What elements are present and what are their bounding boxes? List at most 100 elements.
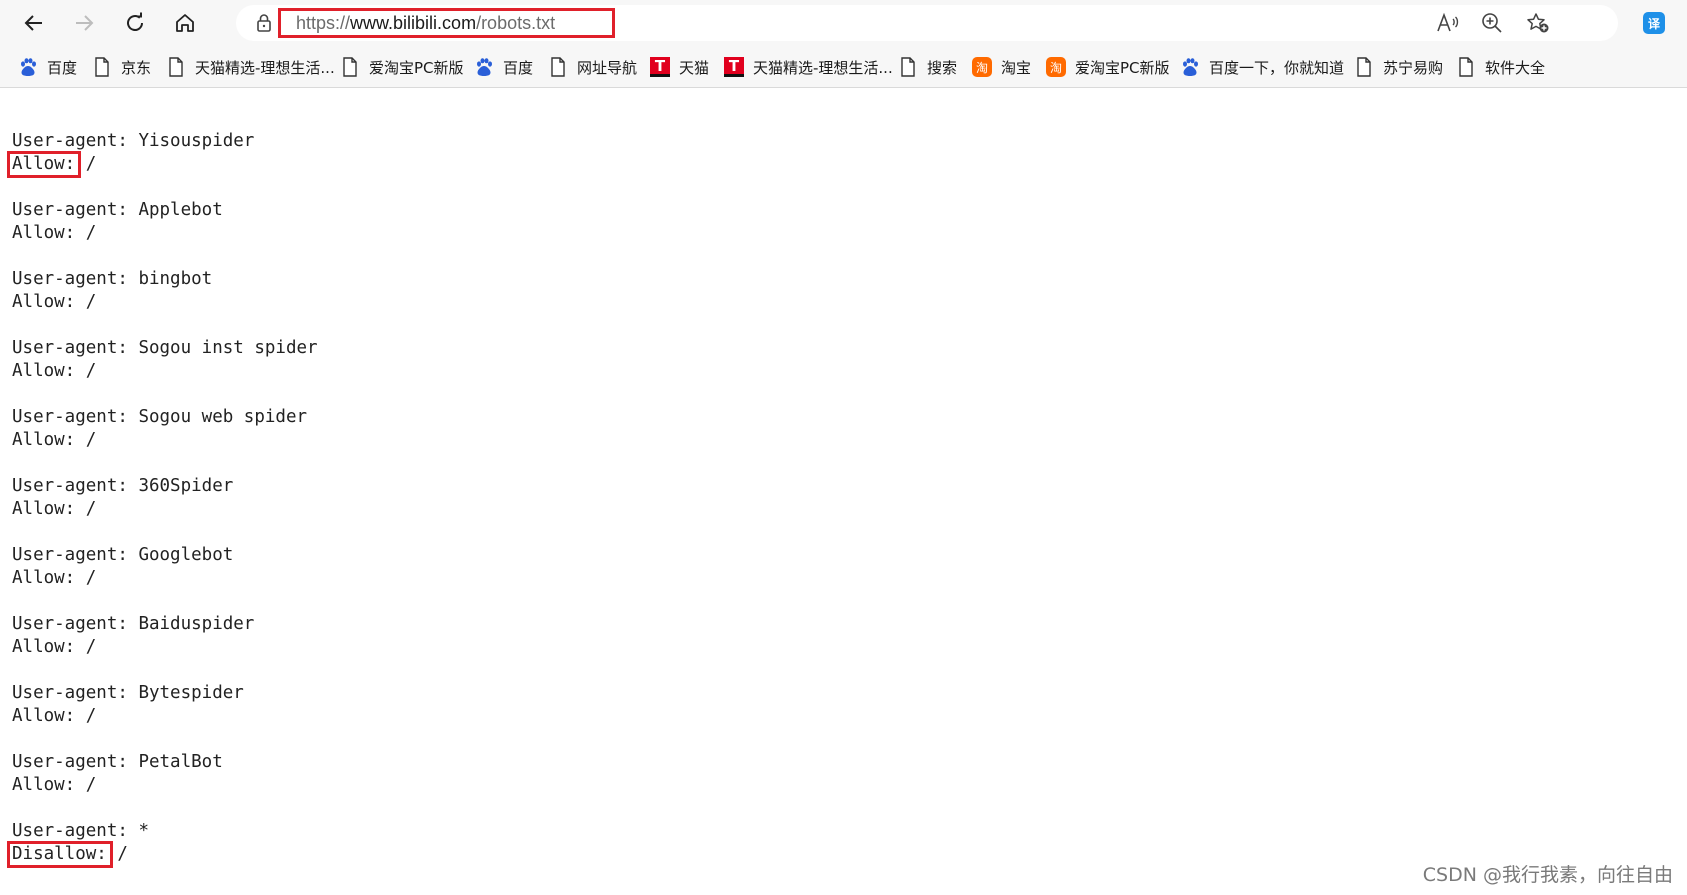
translate-extension-icon[interactable]: 译 (1643, 12, 1665, 34)
bookmark-label: 京东 (121, 58, 152, 77)
bookmark-baidu-2[interactable]: 百度 (474, 55, 533, 79)
bookmark-aitaobao-2[interactable]: 淘 爱淘宝PC新版 (1046, 55, 1170, 79)
bookmark-baidu-yixia[interactable]: 百度一下，你就知道 (1180, 55, 1344, 79)
bookmark-taobao[interactable]: 淘 淘宝 (972, 55, 1031, 79)
user-agent-line: User-agent: bingbot (12, 268, 318, 291)
robots-txt-content: User-agent: Yisouspider Allow: / User-agen… (12, 130, 318, 866)
zoom-icon[interactable] (1481, 12, 1503, 34)
bookmark-aitaobao[interactable]: 爱淘宝PC新版 (340, 55, 464, 79)
tmall-icon: T (724, 57, 744, 77)
rule-key: Allow: (12, 223, 76, 243)
robots-record: User-agent: Baiduspider Allow: / (12, 613, 318, 659)
bookmark-label: 百度一下，你就知道 (1209, 58, 1345, 77)
taobao-letter: 淘 (972, 57, 992, 77)
rule-line: Allow: / (12, 498, 318, 521)
rule-line: Allow: / (12, 291, 318, 314)
bookmark-label: 天猫 (679, 58, 710, 77)
bookmark-tmall-jingxuan[interactable]: 天猫精选-理想生活... (166, 55, 335, 79)
taobao-letter: 淘 (1046, 57, 1066, 77)
user-agent-key: User-agent: (12, 614, 128, 634)
rule-key: Allow: (12, 430, 76, 450)
user-agent-value: * (138, 821, 149, 841)
user-agent-line: User-agent: Yisouspider (12, 130, 318, 153)
home-button[interactable] (167, 7, 203, 39)
bookmark-label: 爱淘宝PC新版 (369, 58, 464, 77)
rule-key: Allow: (12, 361, 76, 381)
taobao-icon: 淘 (1046, 57, 1066, 77)
rule-value: / (85, 499, 97, 519)
user-agent-value: Baiduspider (138, 614, 255, 634)
refresh-icon (127, 12, 143, 31)
page-icon (898, 57, 918, 77)
rule-value: / (85, 154, 97, 174)
rule-line: Allow: / (12, 429, 318, 452)
rule-line: Allow: / (12, 774, 318, 797)
page-icon (92, 57, 112, 77)
lock-icon[interactable] (256, 13, 272, 33)
rule-value: / (85, 637, 97, 657)
user-agent-key: User-agent: (12, 200, 128, 220)
robots-record: User-agent: 360Spider Allow: / (12, 475, 318, 521)
user-agent-line: User-agent: * (12, 820, 318, 843)
user-agent-value: bingbot (138, 269, 213, 289)
rule-line: Allow: / (12, 222, 318, 245)
robots-record: User-agent: Sogou web spider Allow: / (12, 406, 318, 452)
user-agent-value: 360Spider (138, 476, 234, 496)
favorite-add-icon[interactable] (1526, 12, 1550, 34)
read-aloud-icon[interactable] (1436, 12, 1460, 34)
bookmark-suning[interactable]: 苏宁易购 (1354, 55, 1443, 79)
user-agent-value: Sogou inst spider (138, 338, 318, 358)
user-agent-line: User-agent: Googlebot (12, 544, 318, 567)
user-agent-key: User-agent: (12, 545, 128, 565)
bookmark-label: 爱淘宝PC新版 (1075, 58, 1170, 77)
bookmark-wangzhi-daohang[interactable]: 网址导航 (548, 55, 637, 79)
baidu-paw-icon (1180, 57, 1200, 77)
user-agent-line: User-agent: 360Spider (12, 475, 318, 498)
rule-line: Allow: / (12, 567, 318, 590)
user-agent-value: Sogou web spider (138, 407, 308, 427)
robots-record: User-agent: Bytespider Allow: / (12, 682, 318, 728)
robots-record: User-agent: Googlebot Allow: / (12, 544, 318, 590)
bookmark-label: 搜索 (927, 58, 958, 77)
bookmark-label: 百度 (503, 58, 534, 77)
robots-record: User-agent: Sogou inst spider Allow: / (12, 337, 318, 383)
rule-key: Allow: (12, 568, 76, 588)
bookmark-baidu[interactable]: 百度 (18, 55, 77, 79)
user-agent-key: User-agent: (12, 269, 128, 289)
user-agent-value: Bytespider (138, 683, 244, 703)
page-icon (340, 57, 360, 77)
back-arrow-icon (24, 15, 42, 31)
tmall-icon: T (650, 57, 670, 77)
rule-key: Allow: (12, 706, 76, 726)
user-agent-key: User-agent: (12, 407, 128, 427)
bookmark-label: 百度 (47, 58, 78, 77)
back-button[interactable] (16, 7, 52, 39)
user-agent-key: User-agent: (12, 683, 128, 703)
user-agent-key: User-agent: (12, 338, 128, 358)
forward-button[interactable] (66, 7, 102, 39)
forward-arrow-icon (76, 15, 94, 31)
baidu-paw-icon (474, 57, 494, 77)
rule-line: Allow: / (12, 705, 318, 728)
refresh-button[interactable] (117, 7, 153, 39)
bookmark-sousuo[interactable]: 搜索 (898, 55, 957, 79)
rule-key: Allow: (12, 775, 76, 795)
user-agent-key: User-agent: (12, 821, 128, 841)
bookmark-label: 软件大全 (1485, 58, 1546, 77)
robots-record: User-agent: Applebot Allow: / (12, 199, 318, 245)
user-agent-line: User-agent: Sogou inst spider (12, 337, 318, 360)
browser-toolbar: https://www.bilibili.com/robots.txt 译 (0, 0, 1687, 46)
bookmark-ruanjian-daquan[interactable]: 软件大全 (1456, 55, 1545, 79)
rule-key: Allow: (12, 499, 76, 519)
rule-value: / (85, 430, 97, 450)
bookmark-tmall-jingxuan-2[interactable]: T 天猫精选-理想生活... (724, 55, 893, 79)
bookmark-tmall[interactable]: T 天猫 (650, 55, 709, 79)
rule-value: / (85, 361, 97, 381)
bookmark-jd[interactable]: 京东 (92, 55, 151, 79)
taobao-icon: 淘 (972, 57, 992, 77)
